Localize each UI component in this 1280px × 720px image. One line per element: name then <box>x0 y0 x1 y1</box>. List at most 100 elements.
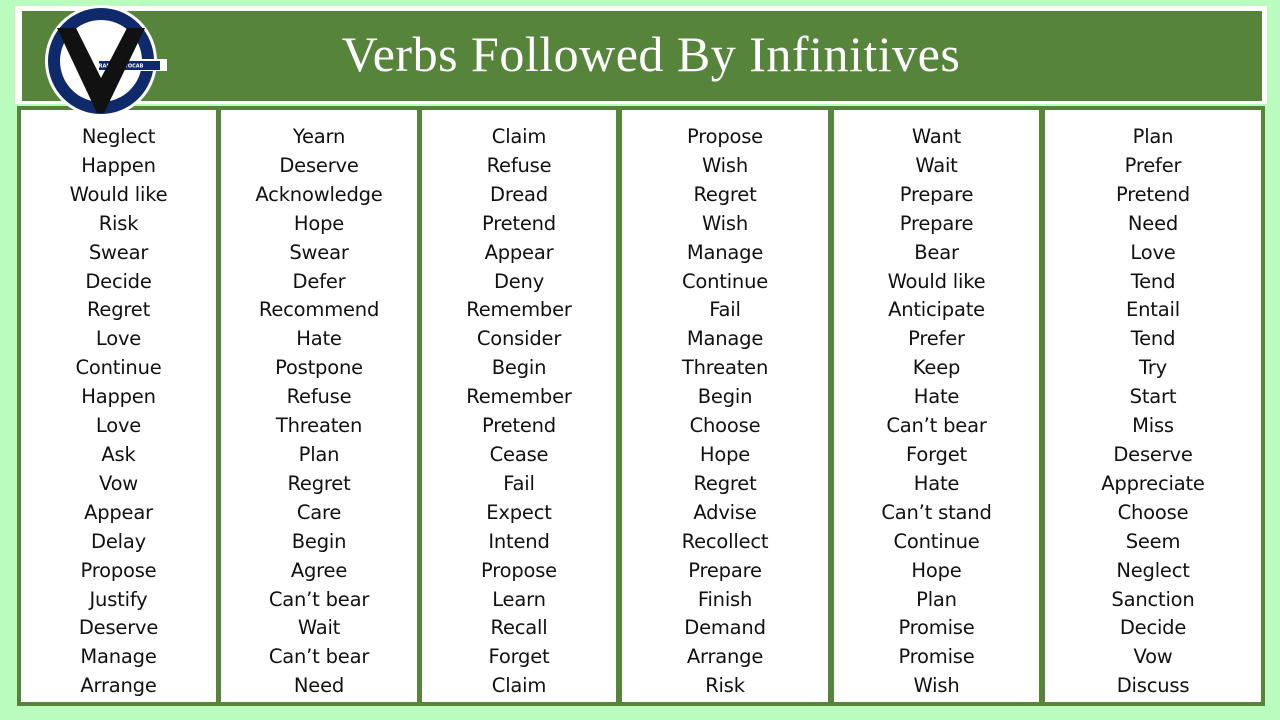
verb-item: Can’t stand <box>881 500 992 524</box>
verb-item: Vow <box>98 471 139 495</box>
verb-item: Miss <box>1132 414 1174 438</box>
verb-item: Wait <box>297 616 341 640</box>
page-title: Verbs Followed By Infinitives <box>341 26 961 82</box>
verb-item: Neglect <box>1116 558 1190 582</box>
verb-column-6: Plan Prefer Pretend Need Love Tend Entail Tend T… <box>1045 110 1261 702</box>
verb-item: Regret <box>693 471 757 495</box>
verb-item: Plan <box>1132 125 1174 148</box>
verb-item: Continue <box>75 356 162 380</box>
verb-item: Advise <box>693 500 757 524</box>
verb-item: Seem <box>1125 529 1181 553</box>
verb-item: Hate <box>296 327 342 351</box>
verb-item: Love <box>95 327 142 351</box>
verb-item: Anticipate <box>888 298 985 322</box>
verb-item: Can’t bear <box>886 414 987 438</box>
verb-item: Propose <box>686 125 763 148</box>
verb-item: Fail <box>503 471 535 495</box>
verb-item: Deny <box>493 269 545 293</box>
verb-item: Swear <box>289 240 349 264</box>
verb-item: Remember <box>466 298 572 322</box>
verb-item: Dread <box>490 182 548 206</box>
verb-item: Delay <box>91 529 146 553</box>
verb-item: Choose <box>689 414 761 438</box>
verb-item: Tend <box>1130 269 1176 293</box>
verb-item: Continue <box>893 529 980 553</box>
verb-item: Hope <box>911 558 962 582</box>
verb-item: Appear <box>84 500 153 524</box>
verb-item: Refuse <box>486 153 552 177</box>
verb-item: Appear <box>484 240 554 264</box>
verb-item: Deserve <box>78 616 159 640</box>
verb-item: Cease <box>489 442 549 466</box>
verb-item: Pretend <box>1116 182 1190 206</box>
verb-item: Need <box>293 674 345 698</box>
verb-item: Threaten <box>275 414 363 438</box>
verb-item: Hate <box>913 471 960 495</box>
verb-item: Hate <box>913 385 960 409</box>
verb-item: Deserve <box>1113 442 1193 466</box>
verb-item: Claim <box>491 674 547 698</box>
verb-column-4: Propose Wish Regret Wish Manage Continue Fail M… <box>622 110 828 702</box>
verb-item: Defer <box>292 269 346 293</box>
verb-item: Appreciate <box>1101 471 1205 495</box>
verb-item: Choose <box>1117 500 1189 524</box>
verb-item: Regret <box>86 298 151 322</box>
verb-item: Can’t bear <box>268 645 370 669</box>
verb-item: Continue <box>681 269 769 293</box>
verb-item: Refuse <box>286 385 352 409</box>
verb-item: Keep <box>912 356 961 380</box>
verb-item: Pretend <box>482 414 556 438</box>
verb-item: Recommend <box>258 298 380 322</box>
verb-item: Promise <box>898 645 975 669</box>
verb-item: Remember <box>466 385 572 409</box>
verb-item: Can’t bear <box>268 587 370 611</box>
verb-item: Discuss <box>1116 674 1190 698</box>
verb-column-3: Claim Refuse Dread Pretend Appear Deny Remembe… <box>422 110 616 702</box>
verb-item: Promise <box>898 616 975 640</box>
verb-item: Decide <box>1119 616 1187 640</box>
verb-item: Prepare <box>688 558 762 582</box>
verb-item: Acknowledge <box>255 182 383 206</box>
verb-item: Would like <box>69 182 168 206</box>
verb-item: Learn <box>492 587 546 611</box>
verb-item: Sanction <box>1111 587 1195 611</box>
verb-item: Risk <box>98 211 139 235</box>
verb-item: Wait <box>915 153 958 177</box>
verb-item: Prepare <box>899 182 974 206</box>
verb-item: Vow <box>1133 645 1173 669</box>
verb-item: Start <box>1129 385 1177 409</box>
verb-item: Consider <box>476 327 562 351</box>
verb-item: Love <box>1130 240 1176 264</box>
verb-item: Regret <box>287 471 351 495</box>
verb-item: Prefer <box>1124 153 1182 177</box>
verb-item: Begin <box>291 529 347 553</box>
verb-item: Finish <box>697 587 753 611</box>
verb-item: Want <box>911 125 962 148</box>
verb-item: Care <box>296 500 342 524</box>
verb-item: Intend <box>488 529 550 553</box>
verb-item: Claim <box>491 125 547 148</box>
verb-item: Plan <box>298 442 340 466</box>
verb-item: Postpone <box>275 356 363 380</box>
verb-item: Justify <box>89 587 148 611</box>
verb-item: Manage <box>80 645 157 669</box>
verb-column-1: Neglect Happen Would like Risk Swear Decide Re… <box>21 110 216 702</box>
verb-item: Begin <box>491 356 547 380</box>
verb-item: Wish <box>913 674 960 698</box>
verb-item: Manage <box>686 240 764 264</box>
verb-item: Love <box>95 414 142 438</box>
verb-item: Deserve <box>279 153 359 177</box>
grammarvocab-logo-icon: GRAMMARVOCAB <box>45 5 167 117</box>
verb-column-5: Want Wait Prepare Prepare Bear Would like Anti… <box>834 110 1039 702</box>
header-banner: Verbs Followed By Infinitives <box>22 11 1262 101</box>
verb-item: Bear <box>914 240 959 264</box>
verb-item: Regret <box>693 182 757 206</box>
verb-item: Pretend <box>482 211 556 235</box>
verb-item: Manage <box>686 327 764 351</box>
verb-item: Threaten <box>681 356 769 380</box>
verb-item: Try <box>1138 356 1167 380</box>
verb-item: Happen <box>81 385 156 409</box>
verb-item: Decide <box>85 269 152 293</box>
verb-item: Risk <box>705 674 745 698</box>
verb-item: Neglect <box>81 125 156 148</box>
